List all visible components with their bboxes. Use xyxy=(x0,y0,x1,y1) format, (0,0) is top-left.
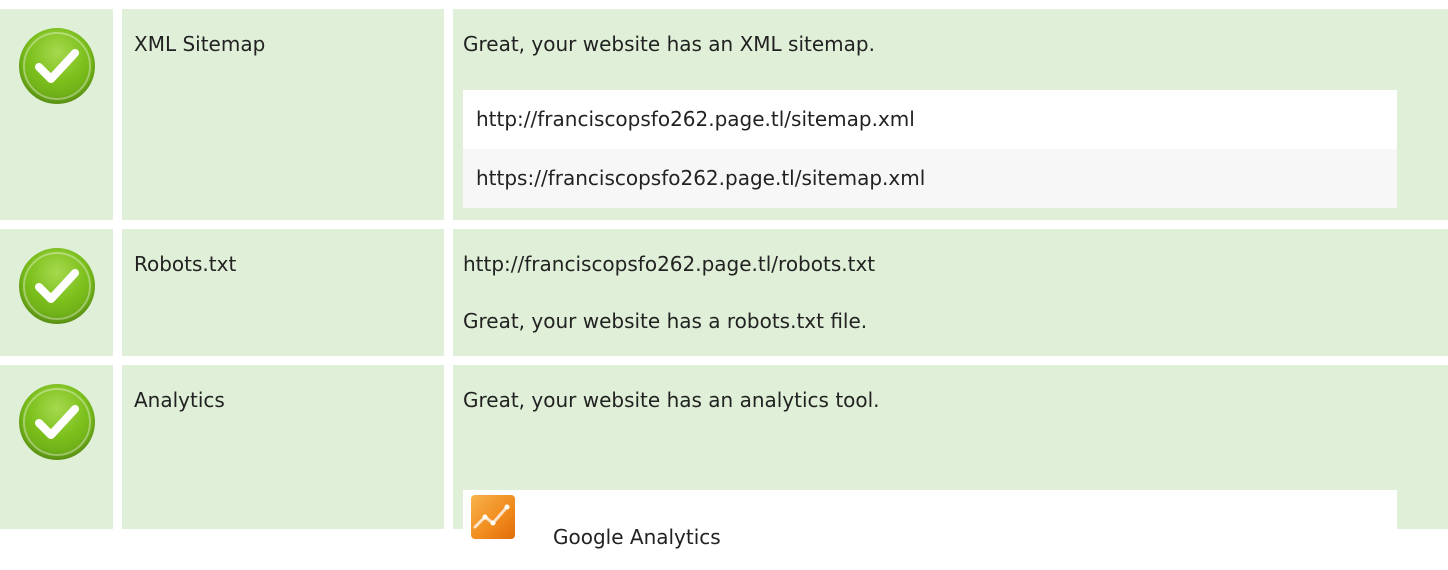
content-cell: Great, your website has an XML sitemap. … xyxy=(453,9,1448,220)
robots-url[interactable]: http://franciscopsfo262.page.tl/robots.t… xyxy=(463,251,875,277)
sitemap-url[interactable]: https://franciscopsfo262.page.tl/sitemap… xyxy=(463,149,1397,208)
label-cell: XML Sitemap xyxy=(122,9,444,220)
check-icon xyxy=(19,384,95,460)
check-label: Robots.txt xyxy=(134,252,237,276)
check-icon xyxy=(19,248,95,324)
content-cell: Great, your website has an analytics too… xyxy=(453,365,1448,570)
result-message: Great, your website has a robots.txt fil… xyxy=(463,309,868,333)
content-cell: http://franciscopsfo262.page.tl/robots.t… xyxy=(453,229,1448,356)
check-label: XML Sitemap xyxy=(134,32,266,56)
analytics-tool-item: Google Analytics xyxy=(463,490,1397,570)
result-message: Great, your website has an XML sitemap. xyxy=(463,32,875,56)
label-cell: Analytics xyxy=(122,365,444,529)
sitemap-url[interactable]: http://franciscopsfo262.page.tl/sitemap.… xyxy=(463,90,1397,149)
row-robots-txt: Robots.txt http://franciscopsfo262.page.… xyxy=(0,229,1448,356)
result-message: Great, your website has an analytics too… xyxy=(463,388,880,412)
check-icon xyxy=(19,28,95,104)
analytics-tool-name: Google Analytics xyxy=(553,525,721,549)
status-cell xyxy=(0,229,113,356)
label-cell: Robots.txt xyxy=(122,229,444,356)
row-analytics: Analytics Great, your website has an ana… xyxy=(0,365,1448,570)
google-analytics-icon xyxy=(471,495,515,539)
status-cell xyxy=(0,365,113,529)
row-xml-sitemap: XML Sitemap Great, your website has an X… xyxy=(0,9,1448,220)
seo-results-table: XML Sitemap Great, your website has an X… xyxy=(0,0,1448,570)
sitemap-list: http://franciscopsfo262.page.tl/sitemap.… xyxy=(463,90,1397,208)
check-label: Analytics xyxy=(134,388,225,412)
status-cell xyxy=(0,9,113,220)
